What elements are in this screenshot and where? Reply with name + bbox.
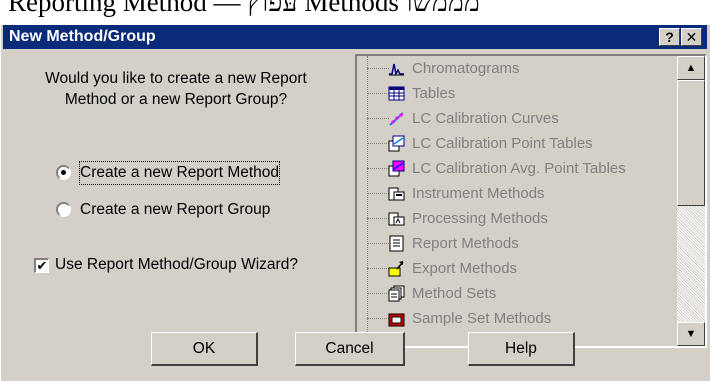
tree-label: LC Calibration Avg. Point Tables — [412, 160, 626, 177]
dialog-question: Would you like to create a new Report Me… — [45, 70, 307, 108]
tree-label: LC Calibration Point Tables — [412, 135, 593, 152]
help-title-button[interactable]: ? — [659, 28, 680, 46]
tree-branch — [367, 68, 389, 69]
scroll-down-button[interactable]: ▼ — [677, 322, 705, 346]
tree-label: LC Calibration Curves — [412, 110, 559, 127]
sample-set-method-icon — [388, 313, 405, 327]
method-type-tree[interactable]: Chromatograms Tables LC Calibration Curv… — [355, 54, 707, 348]
tree-label: Chromatograms — [412, 60, 520, 77]
tree-item-lc-calibration-avg-point-tables[interactable]: LC Calibration Avg. Point Tables — [357, 156, 679, 181]
ok-button[interactable]: OK — [151, 332, 258, 366]
radio-selected-dot — [61, 170, 66, 175]
cancel-button[interactable]: Cancel — [295, 332, 405, 366]
tree-item-lc-calibration-curves[interactable]: LC Calibration Curves — [357, 106, 679, 131]
scrollbar-thumb[interactable] — [677, 80, 705, 206]
processing-method-icon — [388, 212, 405, 226]
calibration-avg-table-icon — [388, 160, 405, 177]
tree-item-export-methods[interactable]: Export Methods — [357, 256, 679, 281]
tree-items: Chromatograms Tables LC Calibration Curv… — [357, 56, 679, 346]
calibration-curve-icon — [389, 112, 404, 126]
radio-button-group[interactable] — [56, 202, 71, 217]
tree-label: Tables — [412, 85, 456, 102]
tree-branch — [367, 118, 389, 119]
calibration-point-table-icon — [388, 135, 405, 152]
tree-branch — [367, 193, 389, 194]
tree-branch — [367, 143, 389, 144]
dialog-title-bar[interactable]: New Method/Group ? ✕ — [3, 25, 707, 49]
tree-branch — [367, 318, 389, 319]
tree-label: Export Methods — [412, 260, 518, 277]
dialog-title: New Method/Group — [9, 28, 156, 45]
radio-label-method[interactable]: Create a new Report Method — [78, 161, 281, 185]
tree-item-lc-calibration-point-tables[interactable]: LC Calibration Point Tables — [357, 131, 679, 156]
scroll-up-button[interactable]: ▲ — [677, 56, 705, 80]
tree-item-report-methods[interactable]: Report Methods — [357, 231, 679, 256]
report-method-icon — [389, 235, 404, 252]
tree-label: Processing Methods — [412, 210, 548, 227]
wizard-checkbox-label[interactable]: Use Report Method/Group Wizard? — [55, 254, 298, 276]
vertical-scrollbar[interactable]: ▲ ▼ — [677, 56, 705, 346]
help-button[interactable]: Help — [468, 332, 575, 366]
tree-item-tables[interactable]: Tables — [357, 81, 679, 106]
chromatogram-icon — [389, 63, 404, 77]
new-method-group-dialog: New Method/Group ? ✕ Would you like to c… — [0, 24, 710, 381]
tree-item-processing-methods[interactable]: Processing Methods — [357, 206, 679, 231]
tree-item-instrument-methods[interactable]: Instrument Methods — [357, 181, 679, 206]
radio-button-method[interactable] — [56, 165, 71, 180]
tree-branch — [367, 218, 389, 219]
tree-branch — [367, 168, 389, 169]
tree-label: Report Methods — [412, 235, 519, 252]
tree-branch — [367, 293, 389, 294]
radio-label-group[interactable]: Create a new Report Group — [80, 199, 270, 221]
tree-label: Instrument Methods — [412, 185, 545, 202]
tree-label: Sample Set Methods — [412, 310, 552, 327]
tree-item-chromatograms[interactable]: Chromatograms — [357, 56, 679, 81]
wizard-checkbox[interactable]: ✔ — [34, 258, 49, 273]
tree-label: Method Sets — [412, 285, 497, 302]
close-button[interactable]: ✕ — [681, 28, 702, 46]
instrument-method-icon — [388, 187, 405, 201]
method-set-icon — [388, 285, 405, 302]
background-window-caption: Reporting Method — עּפוץ Methods מממשו — [0, 0, 710, 24]
tree-branch — [367, 268, 389, 269]
export-method-icon — [388, 261, 404, 277]
table-icon — [388, 86, 405, 101]
tree-item-sample-set-methods[interactable]: Sample Set Methods — [357, 306, 679, 331]
tree-item-method-sets[interactable]: Method Sets — [357, 281, 679, 306]
tree-branch — [367, 93, 389, 94]
tree-branch — [367, 243, 389, 244]
background-caption-text: Reporting Method — עּפוץ Methods מממשו — [8, 0, 480, 17]
